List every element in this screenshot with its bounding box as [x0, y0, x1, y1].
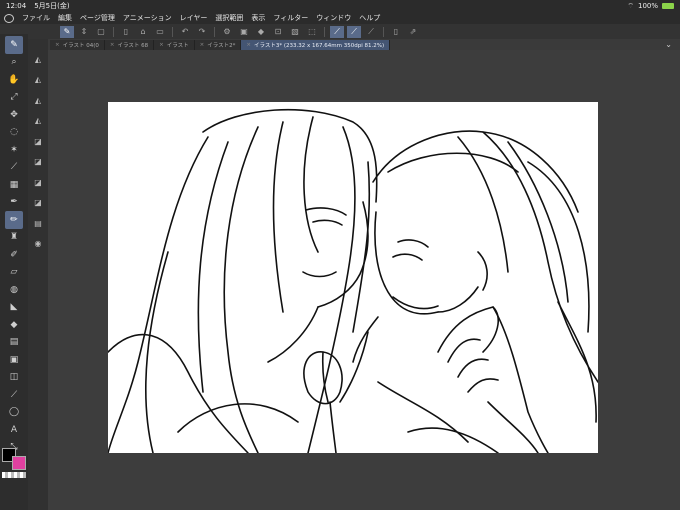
- transform-icon[interactable]: ⊡: [271, 26, 285, 38]
- lasso-icon[interactable]: ◌: [5, 124, 23, 142]
- pen-tool-icon[interactable]: ✎: [5, 36, 23, 54]
- undo-icon[interactable]: ↶: [178, 26, 192, 38]
- tab-document-5[interactable]: × イラスト3* (233.32 x 167.64mm 350dpi 81.2%): [241, 39, 391, 50]
- pencil-icon[interactable]: ✏: [5, 211, 23, 229]
- line-icon[interactable]: ⟋: [5, 386, 23, 404]
- airbrush-icon[interactable]: ✐: [5, 246, 23, 264]
- transparent-color-swatch[interactable]: [2, 472, 26, 478]
- document-tabs: × イラスト 04(0 × イラスト 68 × イラスト × イラスト2* × イラスト3…: [50, 39, 680, 50]
- close-icon[interactable]: ×: [246, 42, 251, 48]
- redo-icon[interactable]: ↷: [195, 26, 209, 38]
- pen-stabilizer-icon[interactable]: ⟋: [330, 25, 344, 38]
- settings-icon[interactable]: ⚙: [220, 26, 234, 38]
- ruler-icon[interactable]: ⟋: [364, 26, 378, 38]
- subtool-3-icon[interactable]: ◭: [30, 90, 46, 111]
- stepper-icon[interactable]: ⇕: [77, 26, 91, 38]
- brush-size-icon[interactable]: ✎: [60, 25, 74, 38]
- share-icon[interactable]: ⇗: [406, 26, 420, 38]
- device-icon[interactable]: ▯: [389, 26, 403, 38]
- tool-palette: ✎ ⌕ ✋ ⤢ ✥ ◌ ✶ ⟋ ▦ ✒ ✏ ♜ ✐ ▱ ◍ ◣ ◆ ▤ ▣ ◫ …: [0, 34, 28, 510]
- battery-icon: [662, 3, 674, 9]
- hand-icon[interactable]: ✋: [5, 71, 23, 89]
- tab-document-1[interactable]: × イラスト 04(0: [50, 39, 105, 50]
- crop-icon[interactable]: ▧: [288, 26, 302, 38]
- save-icon[interactable]: ▭: [153, 26, 167, 38]
- drawing-canvas[interactable]: [108, 102, 598, 453]
- menu-file[interactable]: ファイル: [22, 13, 50, 23]
- menu-filter[interactable]: フィルター: [273, 13, 308, 23]
- subtool-9-icon[interactable]: ▤: [30, 213, 46, 234]
- clear-icon[interactable]: ▣: [237, 26, 251, 38]
- square-icon[interactable]: ▢: [94, 26, 108, 38]
- subtool-6-icon[interactable]: ◪: [30, 152, 46, 173]
- pen-pressure-icon[interactable]: ⟋: [347, 25, 361, 38]
- sub-tool-palette: ◭ ◭ ◭ ◭ ◪ ◪ ◪ ◪ ▤ ◉: [28, 39, 48, 510]
- chevron-down-icon[interactable]: ⌄: [665, 40, 672, 49]
- status-time: 12:04: [6, 2, 27, 10]
- subtool-8-icon[interactable]: ◪: [30, 193, 46, 214]
- subtool-4-icon[interactable]: ◭: [30, 111, 46, 132]
- subtool-1-icon[interactable]: ◭: [30, 49, 46, 70]
- brush-icon[interactable]: ♜: [5, 229, 23, 247]
- menu-bar: ファイル 編集 ページ管理 アニメーション レイヤー 選択範囲 表示 フィルター…: [0, 12, 680, 24]
- close-icon[interactable]: ×: [159, 42, 164, 48]
- fill-icon[interactable]: ◆: [254, 26, 268, 38]
- subtool-5-icon[interactable]: ◪: [30, 131, 46, 152]
- magic-wand-icon[interactable]: ✶: [5, 141, 23, 159]
- blend-icon[interactable]: ◍: [5, 281, 23, 299]
- tab-document-3[interactable]: × イラスト: [154, 39, 195, 50]
- menu-layer[interactable]: レイヤー: [180, 13, 208, 23]
- status-date: 5月5日(金): [34, 2, 70, 10]
- gradient-tool-icon[interactable]: ◆: [5, 316, 23, 334]
- fill-bucket-icon[interactable]: ◣: [5, 299, 23, 317]
- select-icon[interactable]: ⬚: [305, 26, 319, 38]
- balloon-icon[interactable]: ◯: [5, 404, 23, 422]
- ios-status-bar: 12:04 5月5日(金) ⌔ 100%: [0, 0, 680, 12]
- close-icon[interactable]: ×: [110, 42, 115, 48]
- subtool-7-icon[interactable]: ◪: [30, 172, 46, 193]
- frame-icon[interactable]: ▣: [5, 351, 23, 369]
- sketch-drawing: [108, 108, 598, 453]
- app-logo-icon[interactable]: [4, 13, 14, 23]
- close-icon[interactable]: ×: [55, 42, 60, 48]
- move-icon[interactable]: ✥: [5, 106, 23, 124]
- tab-document-4[interactable]: × イラスト2*: [194, 39, 242, 50]
- eraser-icon[interactable]: ▱: [5, 264, 23, 282]
- text-tool-icon[interactable]: A: [5, 421, 23, 439]
- sub-color-swatch[interactable]: [12, 456, 26, 470]
- zoom-icon[interactable]: ⌕: [5, 54, 23, 72]
- menu-window[interactable]: ウィンドウ: [316, 13, 351, 23]
- layer-icon[interactable]: ◫: [5, 369, 23, 387]
- tab-document-2[interactable]: × イラスト 68: [104, 39, 155, 50]
- pen-icon[interactable]: ✒: [5, 194, 23, 212]
- subtool-10-icon[interactable]: ◉: [30, 234, 46, 255]
- battery-percent: 100%: [637, 2, 658, 10]
- command-bar: ✎ ⇕ ▢ ▯ ⌂ ▭ ↶ ↷ ⚙ ▣ ◆ ⊡ ▧ ⬚ ⟋ ⟋ ⟋ ▯ ⇗: [0, 24, 680, 39]
- close-icon[interactable]: ×: [200, 42, 205, 48]
- wifi-icon: ⌔: [627, 1, 634, 10]
- menu-page[interactable]: ページ管理: [80, 13, 115, 23]
- figure-icon[interactable]: ▤: [5, 334, 23, 352]
- texture-icon[interactable]: ▦: [5, 176, 23, 194]
- open-folder-icon[interactable]: ⌂: [136, 26, 150, 38]
- menu-help[interactable]: ヘルプ: [359, 13, 380, 23]
- eyedropper-icon[interactable]: ⟋: [5, 159, 23, 177]
- subtool-2-icon[interactable]: ◭: [30, 70, 46, 91]
- operation-icon[interactable]: ⤢: [5, 89, 23, 107]
- new-file-icon[interactable]: ▯: [119, 26, 133, 38]
- menu-view[interactable]: 表示: [251, 13, 265, 23]
- menu-animation[interactable]: アニメーション: [123, 13, 172, 23]
- menu-edit[interactable]: 編集: [58, 13, 72, 23]
- menu-selection[interactable]: 選択範囲: [215, 13, 243, 23]
